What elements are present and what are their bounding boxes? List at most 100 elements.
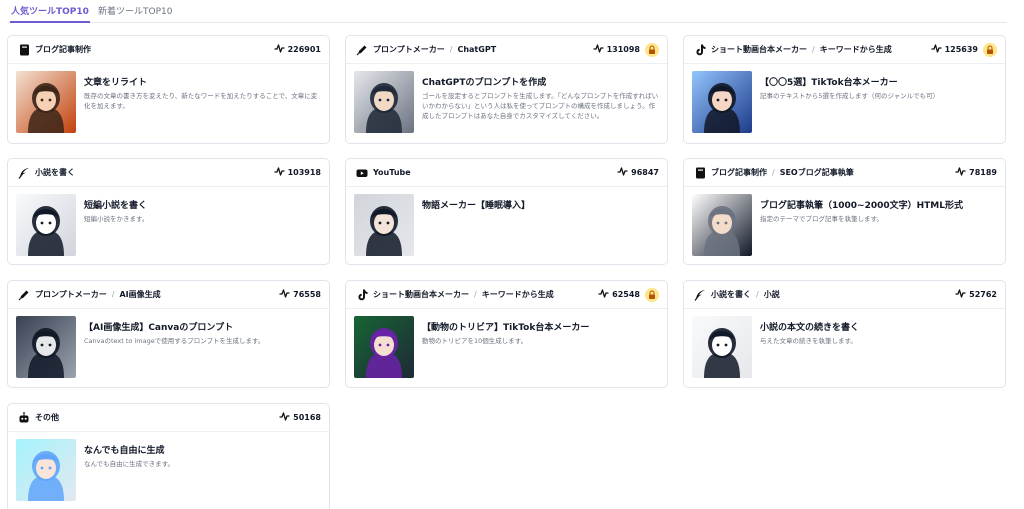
card-title[interactable]: 【動物のトリビア】TikTok台本メーカー: [422, 320, 589, 333]
card-title[interactable]: 【〇〇5選】TikTok台本メーカー: [760, 75, 898, 88]
card-category: その他: [35, 412, 59, 424]
usage-count-value: 50168: [293, 413, 321, 422]
usage-count: 50168: [279, 412, 321, 424]
card-description: 記事のテキストから5選を作成します（何のジャンルでも可）: [760, 92, 940, 100]
card-category: 小説を書く: [35, 167, 75, 179]
pen-icon: [18, 289, 30, 301]
card-description: 既存の文章の書き方を変えたり、新たなワードを加えたりすることで、文章に変化を加え…: [84, 92, 318, 110]
card-description: なんでも自由に生成できます。: [84, 460, 175, 468]
card-header: プロンプトメーカー / ChatGPT 131098: [346, 36, 667, 64]
usage-count-value: 125639: [944, 45, 978, 54]
category-separator: /: [474, 290, 477, 299]
usage-count: 76558: [279, 289, 321, 301]
anime-girl-orange-hair-thumbnail: [16, 71, 76, 133]
card-title[interactable]: 小説の本文の続きを書く: [760, 320, 859, 333]
subcategory-label[interactable]: ChatGPT: [457, 45, 496, 54]
category-separator: /: [812, 45, 815, 54]
activity-icon: [931, 44, 942, 53]
anime-girl-monochrome-thumbnail: [16, 316, 76, 378]
activity-icon: [279, 289, 290, 298]
card-title[interactable]: ブログ記事執筆（1000~2000文字）HTML形式: [760, 198, 963, 211]
tool-card[interactable]: YouTube 96847 物語メーカー【睡眠導入】: [345, 158, 668, 265]
card-category: ショート動画台本メーカー / キーワードから生成: [711, 44, 892, 56]
usage-count-value: 76558: [293, 290, 321, 299]
category-label[interactable]: プロンプトメーカー: [373, 45, 445, 54]
usage-count-value: 78189: [969, 168, 997, 177]
tool-card[interactable]: 小説を書く / 小説 52762 小説の本文の続きを書く与えた文章の続きを執筆します。: [683, 280, 1006, 388]
tool-card[interactable]: ブログ記事制作 / SEOブログ記事執筆 78189 ブログ記事執筆（1000~2000…: [683, 158, 1006, 265]
card-description: 動物のトリビアを10個生成します。: [422, 337, 528, 345]
usage-count: 96847: [617, 167, 659, 179]
card-title[interactable]: ChatGPTのプロンプトを作成: [422, 75, 546, 88]
subcategory-label[interactable]: 小説: [764, 290, 780, 299]
card-description: ゴールを設定するとプロンプトを生成します。「どんなプロンプトを作成すればいいかわ…: [422, 92, 659, 120]
category-label[interactable]: ショート動画台本メーカー: [373, 290, 469, 299]
usage-count: 131098: [593, 44, 640, 56]
usage-count-value: 96847: [631, 168, 659, 177]
card-header: ショート動画台本メーカー / キーワードから生成 62548: [346, 281, 667, 309]
card-description: Canvaのtext to imageで使用するプロンプトを生成します。: [84, 337, 265, 345]
card-category: YouTube: [373, 167, 411, 179]
category-label[interactable]: ブログ記事制作: [35, 45, 91, 54]
card-header: YouTube 96847: [346, 159, 667, 187]
card-header: プロンプトメーカー / AI画像生成 76558: [8, 281, 329, 309]
subcategory-label[interactable]: SEOブログ記事執筆: [780, 168, 854, 177]
card-title[interactable]: 文章をリライト: [84, 75, 147, 88]
category-separator: /: [449, 45, 453, 54]
card-title[interactable]: 短編小説を書く: [84, 198, 147, 211]
youtube-icon: [356, 167, 368, 179]
activity-icon: [955, 289, 966, 298]
tool-card[interactable]: 小説を書く 103918 短編小説を書く 短編小説をかきます。: [7, 158, 330, 265]
book-icon: [18, 44, 30, 56]
activity-icon: [598, 289, 609, 298]
anime-maids-sketch-thumbnail: [692, 316, 752, 378]
card-description: 短編小説をかきます。: [84, 215, 149, 223]
tool-card[interactable]: ショート動画台本メーカー / キーワードから生成 62548 【動物のトリビア】TikT…: [345, 280, 668, 388]
category-label[interactable]: プロンプトメーカー: [35, 290, 107, 299]
tab-popular-top10[interactable]: 人気ツールTOP10: [10, 4, 90, 23]
category-label[interactable]: 小説を書く: [35, 168, 75, 177]
card-title[interactable]: 【AI画像生成】Canvaのプロンプト: [84, 320, 233, 333]
activity-icon: [279, 412, 290, 421]
tool-card[interactable]: その他 50168 なんでも自由に生成なんでも自由に生成できます。: [7, 403, 330, 509]
card-header: ショート動画台本メーカー / キーワードから生成 125639: [684, 36, 1005, 64]
anime-girl-dark-hair-thumbnail: [692, 194, 752, 256]
category-label[interactable]: 小説を書く: [711, 290, 751, 299]
card-header: その他 50168: [8, 404, 329, 432]
tool-card[interactable]: プロンプトメーカー / ChatGPT 131098 ChatGPTのプロンプトを作成ゴ…: [345, 35, 668, 144]
category-label[interactable]: ブログ記事制作: [711, 168, 767, 177]
tool-card[interactable]: ショート動画台本メーカー / キーワードから生成 125639 【〇〇5選】TikTok…: [683, 35, 1006, 144]
tab-bar: 人気ツールTOP10 新着ツールTOP10: [8, 0, 1007, 23]
card-title[interactable]: 物語メーカー【睡眠導入】: [422, 198, 530, 211]
category-separator: /: [111, 290, 115, 299]
activity-icon: [593, 44, 604, 53]
robot-icon: [18, 412, 30, 424]
card-category: ブログ記事制作 / SEOブログ記事執筆: [711, 167, 854, 179]
card-description: 与えた文章の続きを執筆します。: [760, 337, 857, 345]
category-separator: /: [756, 290, 759, 299]
tiktok-icon: [694, 44, 706, 56]
card-description: 指定のテーマでブログ記事を執筆します。: [760, 215, 883, 223]
tab-new-top10[interactable]: 新着ツールTOP10: [98, 4, 172, 23]
activity-icon: [617, 167, 628, 176]
quill-icon: [694, 289, 706, 301]
card-category: プロンプトメーカー / AI画像生成: [35, 289, 161, 301]
usage-count: 62548: [598, 289, 640, 301]
anime-maid-chalkboard-thumbnail: [354, 316, 414, 378]
usage-count-value: 52762: [969, 290, 997, 299]
card-header: ブログ記事制作 / SEOブログ記事執筆 78189: [684, 159, 1005, 187]
usage-count-value: 62548: [612, 290, 640, 299]
usage-count: 78189: [955, 167, 997, 179]
card-category: プロンプトメーカー / ChatGPT: [373, 44, 496, 56]
category-label[interactable]: ショート動画台本メーカー: [711, 45, 807, 54]
subcategory-label[interactable]: AI画像生成: [119, 290, 160, 299]
category-label[interactable]: YouTube: [373, 168, 411, 177]
tool-card[interactable]: プロンプトメーカー / AI画像生成 76558 【AI画像生成】Canvaのプロンプト…: [7, 280, 330, 388]
subcategory-label[interactable]: キーワードから生成: [482, 290, 554, 299]
subcategory-label[interactable]: キーワードから生成: [820, 45, 892, 54]
card-header: ブログ記事制作 226901: [8, 36, 329, 64]
tool-card[interactable]: ブログ記事制作 226901 文章をリライト既存の文章の書き方を変えたり、新たなワー…: [7, 35, 330, 144]
card-title[interactable]: なんでも自由に生成: [84, 443, 165, 456]
category-label[interactable]: その他: [35, 413, 59, 422]
anime-maid-sketch-thumbnail: [16, 194, 76, 256]
